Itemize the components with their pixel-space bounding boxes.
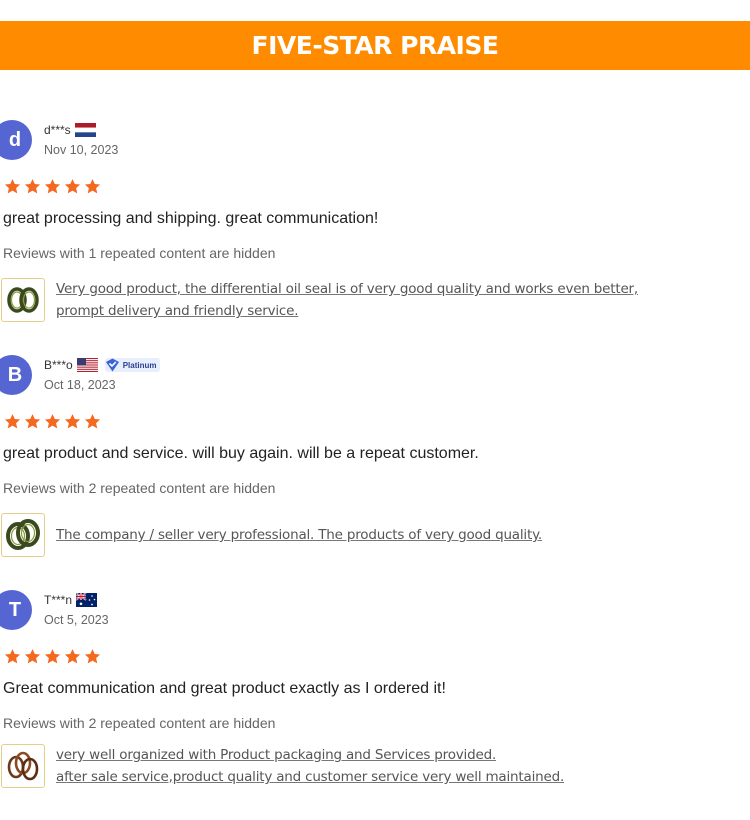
related-review-line[interactable]: prompt delivery and friendly service.: [56, 300, 638, 322]
badge-label: Platinum: [122, 360, 157, 370]
related-review-line[interactable]: very well organized with Product packagi…: [56, 744, 564, 766]
star-icon: [4, 649, 21, 664]
reviewer-name: d***s: [44, 123, 71, 137]
star-icon: [44, 649, 61, 664]
avatar: T: [0, 590, 32, 630]
review-card: d d***s Nov 10, 2023 great processing an…: [0, 120, 750, 350]
review-card: B B***o Platinum Oct 18, 2023 great prod…: [0, 355, 750, 585]
related-review[interactable]: The company / seller very professional. …: [56, 524, 542, 546]
reviewer-info: T***n: [44, 592, 98, 608]
reviewer-info: B***o Platinum: [44, 357, 161, 373]
review-date: Oct 18, 2023: [44, 378, 116, 392]
reviewer-name: T***n: [44, 593, 73, 607]
related-review-line[interactable]: The company / seller very professional. …: [56, 524, 542, 546]
star-icon: [84, 414, 101, 429]
product-thumbnail[interactable]: [1, 278, 45, 322]
review-comment: Great communication and great product ex…: [3, 680, 446, 697]
star-icon: [44, 179, 61, 194]
related-review[interactable]: Very good product, the differential oil …: [56, 278, 638, 322]
star-rating: [3, 178, 102, 195]
star-icon: [4, 179, 21, 194]
star-icon: [84, 649, 101, 664]
flag-usa-icon: [76, 358, 98, 372]
section-title: FIVE-STAR PRAISE: [251, 31, 499, 60]
star-icon: [64, 414, 81, 429]
review-date: Nov 10, 2023: [44, 143, 119, 157]
avatar: B: [0, 355, 32, 395]
oil-seal-icon: [6, 519, 40, 550]
o-ring-icon: [7, 751, 39, 781]
hidden-reviews-note: Reviews with 2 repeated content are hidd…: [3, 480, 276, 496]
hidden-reviews-note: Reviews with 2 repeated content are hidd…: [3, 715, 276, 731]
product-thumbnail[interactable]: [1, 744, 45, 788]
review-comment: great product and service. will buy agai…: [3, 445, 479, 462]
oil-seal-icon: [7, 287, 39, 313]
star-icon: [64, 649, 81, 664]
product-thumbnail[interactable]: [1, 513, 45, 557]
star-icon: [44, 414, 61, 429]
star-icon: [84, 179, 101, 194]
star-icon: [24, 649, 41, 664]
star-icon: [4, 414, 21, 429]
review-date: Oct 5, 2023: [44, 613, 109, 627]
star-icon: [24, 414, 41, 429]
avatar: d: [0, 120, 32, 160]
star-icon: [24, 179, 41, 194]
star-rating: [3, 413, 102, 430]
related-review[interactable]: very well organized with Product packagi…: [56, 744, 564, 788]
star-icon: [64, 179, 81, 194]
verified-check-icon: [105, 358, 119, 372]
review-card: T T***n Oct 5, 2023 Great communication …: [0, 590, 750, 820]
review-comment: great processing and shipping. great com…: [3, 210, 379, 227]
reviewer-info: d***s: [44, 122, 96, 138]
membership-badge: Platinum: [104, 358, 161, 372]
flag-australia-icon: [76, 593, 98, 607]
related-review-line[interactable]: after sale service,product quality and c…: [56, 766, 564, 788]
section-banner: FIVE-STAR PRAISE: [0, 21, 750, 70]
flag-netherlands-icon: [74, 123, 96, 137]
related-review-line[interactable]: Very good product, the differential oil …: [56, 278, 638, 300]
reviewer-name: B***o: [44, 358, 73, 372]
star-rating: [3, 648, 102, 665]
hidden-reviews-note: Reviews with 1 repeated content are hidd…: [3, 245, 276, 261]
